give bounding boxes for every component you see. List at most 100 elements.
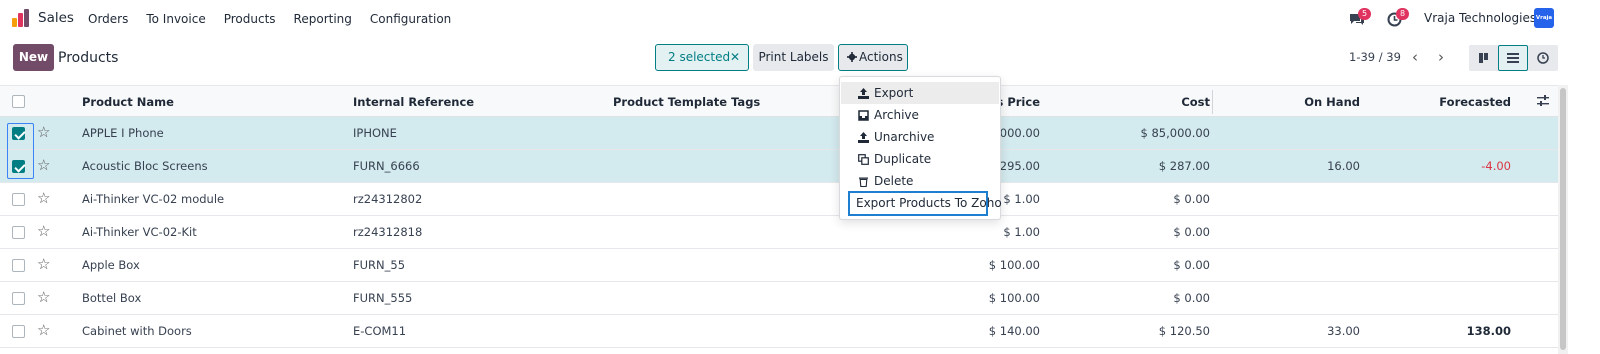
cost: $ 85,000.00 [1140,126,1211,140]
column-header[interactable]: Product Name [82,95,174,109]
app-name[interactable]: Sales [38,10,74,26]
menu-item-label: Duplicate [874,152,932,166]
kanban-view-button[interactable] [1469,45,1499,71]
menu-configuration[interactable]: Configuration [370,12,451,26]
menu-item-duplicate[interactable]: Duplicate [841,148,999,170]
forecasted: 138.00 [1466,324,1511,338]
favorite-star-icon[interactable]: ☆ [37,189,50,207]
favorite-star-icon[interactable]: ☆ [37,123,50,141]
column-header[interactable]: Cost [1110,95,1210,109]
table-row[interactable]: ☆ Cabinet with Doors E-COM11 $ 140.00 $ … [0,315,1558,348]
menu-item-delete[interactable]: Delete [841,170,999,192]
clock-icon [1537,52,1549,64]
row-checkbox[interactable] [12,160,25,173]
chevron-left-icon: ‹ [1412,48,1418,66]
forecasted: -4.00 [1481,159,1511,173]
activities-badge: 8 [1396,8,1409,20]
product-name: Acoustic Bloc Screens [82,159,208,173]
product-name: Ai-Thinker VC-02 module [82,192,225,206]
row-checkbox[interactable] [12,226,25,239]
internal-reference: FURN_555 [353,291,413,305]
column-header[interactable]: On Hand [1260,95,1360,109]
product-name: APPLE I Phone [82,126,164,140]
table-row[interactable]: ☆ Ai-Thinker VC-02 module rz24312802 $ 1… [0,183,1558,216]
sales-price: $ 100.00 [988,258,1040,272]
sales-price: $ 100.00 [988,291,1040,305]
menu-item-export-to-zoho[interactable]: Export Products To Zoho [848,191,1002,216]
product-name: Bottel Box [82,291,142,305]
page-title: Products [58,50,119,66]
optional-columns-toggle[interactable] [1537,95,1549,110]
pager-previous-button[interactable]: ‹ [1403,45,1427,69]
user-avatar[interactable]: Vraja [1534,8,1554,28]
select-all-checkbox[interactable] [12,95,25,108]
row-checkbox[interactable] [12,259,25,272]
main-menu: Orders To Invoice Products Reporting Con… [88,12,469,26]
internal-reference: FURN_55 [353,258,406,272]
top-navbar: Sales Orders To Invoice Products Reporti… [0,0,1600,37]
pager-value[interactable]: 1-39 / 39 [1349,50,1401,64]
list-icon [1507,53,1519,63]
table-row[interactable]: ☆ Bottel Box FURN_555 $ 100.00 $ 0.00 [0,282,1558,315]
new-button[interactable]: New [13,44,54,71]
column-header[interactable]: Product Template Tags [613,95,760,109]
trash-icon [859,177,868,187]
menu-item-archive[interactable]: Archive [841,104,999,126]
actions-button[interactable]: Actions [838,44,908,71]
clear-selection-icon[interactable]: ✕ [730,45,740,70]
chevron-right-icon: › [1438,48,1444,66]
copy-icon [858,154,869,165]
menu-item-export[interactable]: Export [841,82,999,104]
gear-icon [847,52,857,62]
column-header[interactable]: Forecasted [1411,95,1511,109]
product-name: Cabinet with Doors [82,324,192,338]
favorite-star-icon[interactable]: ☆ [37,288,50,306]
menu-item-unarchive[interactable]: Unarchive [841,126,999,148]
menu-products[interactable]: Products [224,12,276,26]
product-name: Apple Box [82,258,140,272]
kanban-icon [1479,53,1488,63]
row-checkbox[interactable] [12,127,25,140]
on-hand: 33.00 [1327,324,1360,338]
unarchive-icon [858,132,869,143]
product-name: Ai-Thinker VC-02-Kit [82,225,197,239]
table-row[interactable]: ☆ Ai-Thinker VC-02-Kit rz24312818 $ 1.00… [0,216,1558,249]
table-row[interactable]: ☆ Apple Box FURN_55 $ 100.00 $ 0.00 [0,249,1558,282]
cost: $ 287.00 [1158,159,1210,173]
row-checkbox[interactable] [12,193,25,206]
activities-button[interactable]: 8 [1387,8,1409,27]
menu-item-label: Unarchive [874,130,935,144]
column-header[interactable]: Internal Reference [353,95,474,109]
row-checkbox[interactable] [12,325,25,338]
table-row[interactable]: ☆ APPLE I Phone IPHONE $ 90,000.00 $ 85,… [0,117,1558,150]
print-labels-button[interactable]: Print Labels [753,44,834,71]
menu-reporting[interactable]: Reporting [294,12,352,26]
sales-app-icon[interactable] [12,9,30,27]
menu-item-label: Export [874,86,914,100]
upload-icon [858,88,869,99]
favorite-star-icon[interactable]: ☆ [37,255,50,273]
sales-price: $ 1.00 [1003,225,1040,239]
activity-view-button[interactable] [1528,45,1558,71]
table-header: Product Name Internal Reference Product … [0,85,1558,117]
messages-button[interactable]: 5 [1349,8,1371,27]
internal-reference: rz24312802 [353,192,423,206]
internal-reference: rz24312818 [353,225,423,239]
company-switcher[interactable]: Vraja Technologies [1424,11,1536,25]
scrollbar-thumb[interactable] [1560,88,1566,350]
pager-next-button[interactable]: › [1429,45,1453,69]
favorite-star-icon[interactable]: ☆ [37,222,50,240]
favorite-star-icon[interactable]: ☆ [37,321,50,339]
cost: $ 0.00 [1173,258,1210,272]
column-resizer[interactable] [1212,90,1213,114]
menu-orders[interactable]: Orders [88,12,128,26]
internal-reference: FURN_6666 [353,159,420,173]
row-checkbox[interactable] [12,292,25,305]
inbox-icon [858,110,869,121]
menu-to-invoice[interactable]: To Invoice [146,12,205,26]
list-view-button[interactable] [1498,45,1528,71]
cost: $ 120.50 [1158,324,1210,338]
actions-dropdown-menu: Export Archive Unarchive Duplicate Delet… [839,76,1002,220]
table-row[interactable]: ☆ Acoustic Bloc Screens FURN_6666 $ 295.… [0,150,1558,183]
favorite-star-icon[interactable]: ☆ [37,156,50,174]
